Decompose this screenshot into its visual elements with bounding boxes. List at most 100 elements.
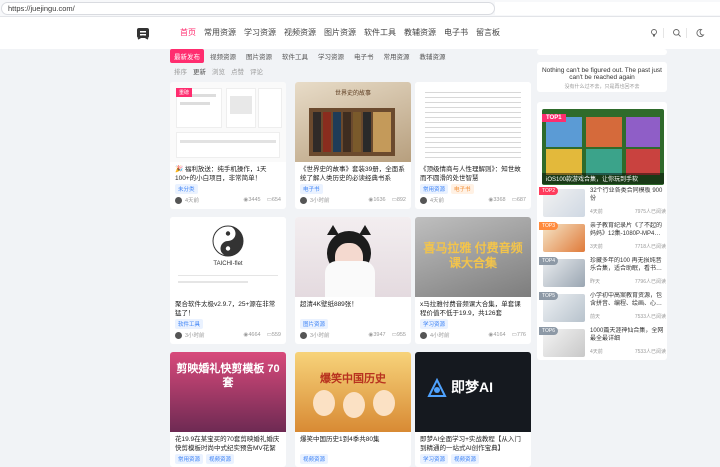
hot-views: 7533人已阅读: [634, 349, 666, 355]
post-title[interactable]: 超清4K壁纸889张！: [300, 300, 406, 318]
post-tags: 视频资源: [300, 454, 329, 464]
rank-badge: TOP1: [542, 114, 566, 122]
hot-views: 7975人已阅读: [634, 209, 666, 215]
post-thumbnail: 世界史的故事: [295, 82, 411, 162]
sort-bar: 排序 更新 浏览 点赞 评论: [174, 66, 263, 76]
sort-views[interactable]: 浏览: [212, 66, 225, 76]
hot-title[interactable]: 小学初中高案教育资源，包含拼音、编程、绘画、心…: [590, 292, 666, 308]
post-tags: 软件工具: [175, 319, 204, 329]
quote-en: Nothing can't be figured out. The past j…: [541, 67, 662, 81]
post-tag[interactable]: 视频资源: [206, 454, 235, 464]
sort-comments[interactable]: 评论: [250, 66, 263, 76]
site-logo[interactable]: [135, 25, 151, 41]
tab-ebooks[interactable]: 电子书: [350, 49, 378, 63]
hot-title[interactable]: 亲子教育纪录片《了不起的妈妈》12集-1080P-MP4…: [590, 222, 666, 238]
nav-tutoring[interactable]: 教辅资源: [404, 27, 436, 39]
post-thumbnail: 剪映婚礼快剪模板 70套: [170, 352, 286, 432]
hot-views: 7718人已阅读: [634, 244, 666, 250]
post-title[interactable]: 《世界史的故事》套装39册，全面系统了解人类历史的必读经典书系: [300, 165, 406, 183]
hot-time: 4天前: [590, 209, 603, 215]
hot-item[interactable]: TOP3 亲子教育纪录片《了不起的妈妈》12集-1080P-MP4… 3天前 7…: [539, 222, 666, 252]
post-title[interactable]: 即梦AI全面学习+实战教程【从入门到精通的一站式AI创作宝典】: [420, 435, 526, 453]
post-comments: 892: [396, 197, 406, 203]
post-meta: 4天前 ◉ 3445 ▭ 654: [175, 196, 281, 204]
post-title[interactable]: 🎉 福利放送：纯手机操作，1天100+的小白项目，非常简单！: [175, 165, 281, 183]
nav-home[interactable]: 首页: [180, 27, 196, 39]
hot-item[interactable]: TOP4 珍藏多年的100 再无损纯音乐合集，适合助眠，看书… 昨天 7796人…: [539, 257, 666, 287]
post-tags: 常用资源 视频资源: [175, 454, 235, 464]
post-comments: 955: [396, 332, 406, 338]
post-tag[interactable]: 常用资源: [175, 454, 204, 464]
tab-latest[interactable]: 最新发布: [170, 49, 204, 63]
hot-title[interactable]: 珍藏多年的100 再无损纯音乐合集，适合助眠，看书…: [590, 257, 666, 273]
post-tag[interactable]: 电子书: [451, 184, 474, 194]
tab-video[interactable]: 视频资源: [206, 49, 240, 63]
thumb-caption: 喜马拉雅 付费音频课大合集: [423, 241, 523, 270]
nav-learning[interactable]: 学习资源: [244, 27, 276, 39]
nav-video[interactable]: 视频资源: [284, 27, 316, 39]
hot-top-title: iOS100款游戏合集，让你玩到手软: [542, 173, 664, 184]
post-tag[interactable]: 软件工具: [175, 319, 204, 329]
quote-widget: Nothing can't be figured out. The past j…: [537, 62, 667, 92]
post-tag[interactable]: 图片资源: [300, 319, 329, 329]
hot-meta: 4天前 7533人已阅读: [590, 348, 666, 355]
url-text: https://juejingu.com/: [8, 4, 75, 13]
thumb-caption: 即梦AI: [451, 379, 493, 395]
post-card[interactable]: 《顶级情商与人性理解则》：知世故而不圆滑的处世智慧 常用资源 电子书 4天前 ◉…: [415, 82, 531, 209]
hot-item[interactable]: TOP5 小学初中高案教育资源，包含拼音、编程、绘画、心… 前天 7533人已阅…: [539, 292, 666, 322]
thumb-caption: 爆笑中国历史: [320, 373, 386, 385]
post-thumbnail: [295, 217, 411, 297]
tab-learning[interactable]: 学习资源: [314, 49, 348, 63]
address-bar[interactable]: https://juejingu.com/: [1, 2, 495, 15]
sort-updated[interactable]: 更新: [193, 66, 206, 76]
post-title[interactable]: 爆笑中国历史1到4季共80集: [300, 435, 406, 453]
thumb-badge: 重磅: [176, 88, 193, 97]
hot-meta: 前天 7533人已阅读: [590, 313, 666, 320]
tab-images[interactable]: 图片资源: [242, 49, 276, 63]
post-tags: 未分类: [175, 184, 198, 194]
hot-item[interactable]: TOP2 32个行业各类合同模板 900份 4天前 7975人已阅读: [539, 187, 666, 217]
tab-software[interactable]: 软件工具: [278, 49, 312, 63]
post-card[interactable]: 剪映婚礼快剪模板 70套 花19.9在某宝买的70套剪映婚礼婚庆快剪模板时尚中式…: [170, 352, 286, 467]
post-views: 1636: [373, 197, 386, 203]
avatar: [300, 196, 307, 204]
hot-top-item[interactable]: TOP1 iOS100款游戏合集，让你玩到手软: [542, 109, 664, 185]
post-tag[interactable]: 学习资源: [420, 454, 449, 464]
post-comments: 776: [516, 332, 526, 338]
site-header: 首页 常用资源 学习资源 视频资源 图片资源 软件工具 教辅资源 电子书 留言板: [0, 17, 720, 49]
post-tag[interactable]: 学习资源: [420, 319, 449, 329]
post-tag[interactable]: 未分类: [175, 184, 198, 194]
post-title[interactable]: 《顶级情商与人性理解则》：知世故而不圆滑的处世智慧: [420, 165, 526, 183]
post-tag[interactable]: 常用资源: [420, 184, 449, 194]
post-card[interactable]: 超清4K壁纸889张！ 图片资源 3小时前 ◉ 3947 ▭ 955: [295, 217, 411, 344]
lightbulb-icon[interactable]: [649, 28, 659, 38]
nav-guestbook[interactable]: 留言板: [476, 27, 500, 39]
post-card[interactable]: 即梦AI 即梦AI全面学习+实战教程【从入门到精通的一站式AI创作宝典】 学习资…: [415, 352, 531, 467]
post-meta: 4天前 ◉ 3368 ▭ 687: [420, 196, 526, 204]
post-card[interactable]: 喜马拉雅 付费音频课大合集 x马拉雅付费音频课大合集，单套课程价值不低于19.9…: [415, 217, 531, 344]
post-card[interactable]: 重磅 🎉 福利放送：纯手机操作，1天100+的小白项目，非常简单！ 未分类 4天…: [170, 82, 286, 209]
nav-common[interactable]: 常用资源: [204, 27, 236, 39]
sort-likes[interactable]: 点赞: [231, 66, 244, 76]
post-title[interactable]: 聚合软件太极v2.9.7，25+源在非常猛了！: [175, 300, 281, 318]
hot-title[interactable]: 32个行业各类合同模板 900份: [590, 187, 666, 203]
post-tag[interactable]: 视频资源: [451, 454, 480, 464]
search-icon[interactable]: [672, 28, 682, 38]
nav-software[interactable]: 软件工具: [364, 27, 396, 39]
post-card[interactable]: TAICHI-flet 聚合软件太极v2.9.7，25+源在非常猛了！ 软件工具…: [170, 217, 286, 344]
post-views: 4164: [493, 332, 506, 338]
nav-images[interactable]: 图片资源: [324, 27, 356, 39]
tab-common[interactable]: 常用资源: [380, 49, 414, 63]
moon-icon[interactable]: [695, 28, 705, 38]
hot-item[interactable]: TOP6 1000篇天涯神仙合集，全网最全最详细 4天前 7533人已阅读: [539, 327, 666, 357]
post-title[interactable]: 花19.9在某宝买的70套剪映婚礼婚庆快剪模板时尚中式纪实预告MV花絮视频: [175, 435, 281, 453]
post-card[interactable]: 爆笑中国历史 爆笑中国历史1到4季共80集 视频资源: [295, 352, 411, 467]
post-tag[interactable]: 视频资源: [300, 454, 329, 464]
nav-ebooks[interactable]: 电子书: [444, 27, 468, 39]
header-divider: [663, 28, 664, 38]
hot-title[interactable]: 1000篇天涯神仙合集，全网最全最详细: [590, 327, 666, 343]
post-card[interactable]: 世界史的故事 《世界史的故事》套装39册，全面系统了解人类历史的必读经典书系 电…: [295, 82, 411, 209]
post-title[interactable]: x马拉雅付费音频课大合集，单套课程价值不低于19.9，共126套: [420, 300, 526, 318]
tab-tutoring[interactable]: 教辅资源: [416, 49, 450, 63]
post-tag[interactable]: 电子书: [300, 184, 323, 194]
